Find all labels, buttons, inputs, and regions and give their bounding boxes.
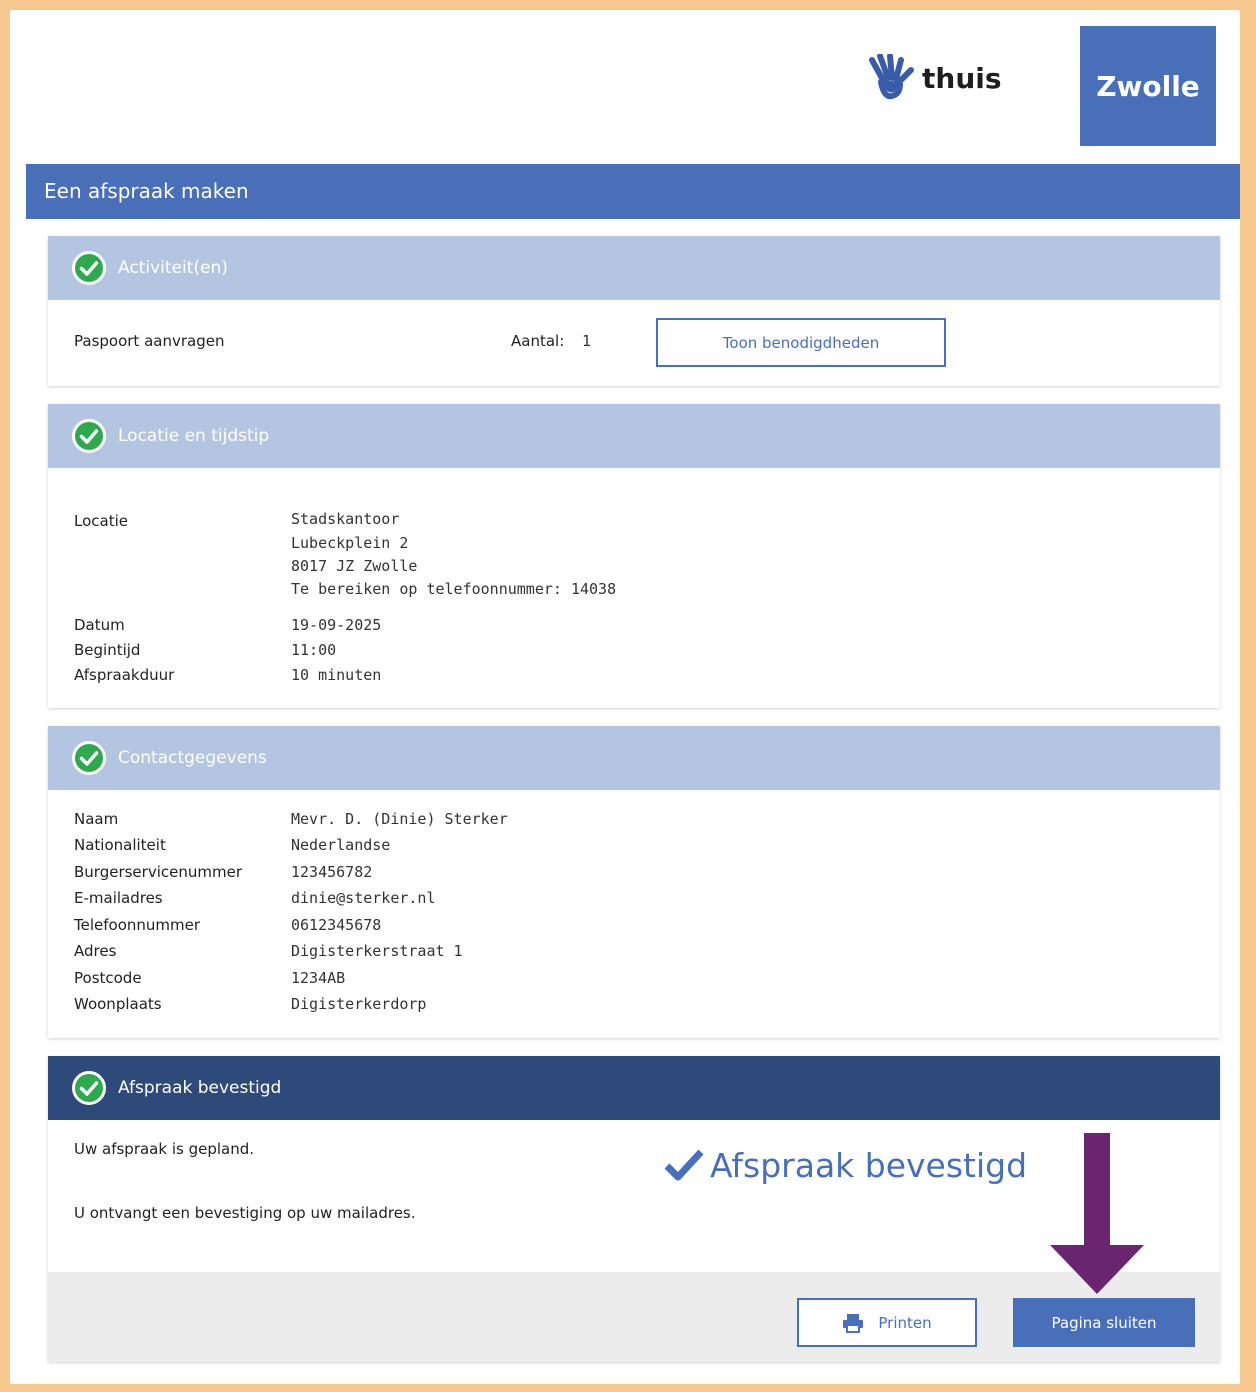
location-line: 8017 JZ Zwolle xyxy=(291,557,418,575)
contact-value: Mevr. D. (Dinie) Sterker xyxy=(291,810,508,828)
down-arrow-icon xyxy=(1050,1133,1144,1294)
contact-label: E-mailadres xyxy=(74,889,163,907)
city-badge: Zwolle xyxy=(1080,26,1216,146)
contact-label: Woonplaats xyxy=(74,995,162,1013)
print-button-label: Printen xyxy=(878,1313,932,1332)
print-button[interactable]: Printen xyxy=(797,1298,977,1347)
start-time-value: 11:00 xyxy=(291,641,337,659)
printer-icon xyxy=(843,1313,864,1333)
show-requirements-button[interactable]: Toon benodigdheden xyxy=(656,318,946,367)
confirmation-line: U ontvangt een bevestiging op uw mailadr… xyxy=(74,1204,416,1222)
contact-value: 1234AB xyxy=(291,969,346,987)
confirmed-status: Afspraak bevestigd xyxy=(664,1146,1027,1185)
date-label: Datum xyxy=(74,616,125,634)
close-page-button[interactable]: Pagina sluiten xyxy=(1013,1298,1195,1347)
contact-label: Postcode xyxy=(74,969,142,987)
contact-value: 123456782 xyxy=(291,863,373,881)
contact-header-label: Contactgegevens xyxy=(118,748,267,768)
contact-label: Adres xyxy=(74,942,117,960)
location-label: Locatie xyxy=(74,512,128,530)
page-title: Een afspraak maken xyxy=(26,164,1240,219)
confirmation-header-label: Afspraak bevestigd xyxy=(118,1078,282,1098)
confirmation-line: Uw afspraak is gepland. xyxy=(74,1140,255,1158)
activities-header-label: Activiteit(en) xyxy=(118,258,228,278)
activities-header: Activiteit(en) xyxy=(48,236,1220,300)
check-circle-icon xyxy=(72,419,106,453)
check-circle-icon xyxy=(72,1071,106,1105)
location-line: Lubeckplein 2 xyxy=(291,534,409,552)
duration-value: 10 minuten xyxy=(291,666,382,684)
brand-name: thuis xyxy=(922,61,1002,95)
contact-label: Nationaliteit xyxy=(74,836,166,854)
location-header: Locatie en tijdstip xyxy=(48,404,1220,468)
brand-logo[interactable]: thuis xyxy=(866,54,1002,100)
location-header-label: Locatie en tijdstip xyxy=(118,426,270,446)
start-time-label: Begintijd xyxy=(74,641,141,659)
count-value: 1 xyxy=(582,332,592,350)
activity-name: Paspoort aanvragen xyxy=(74,332,225,350)
confirmed-status-text: Afspraak bevestigd xyxy=(710,1146,1028,1185)
contact-value: dinie@sterker.nl xyxy=(291,889,436,907)
location-line: Stadskantoor xyxy=(291,510,400,528)
location-line: Te bereiken op telefoonnummer: 14038 xyxy=(291,580,617,598)
contact-value: Digisterkerdorp xyxy=(291,995,427,1013)
contact-header: Contactgegevens xyxy=(48,726,1220,790)
checkmark-icon xyxy=(664,1149,704,1180)
contact-value: Digisterkerstraat 1 xyxy=(291,942,463,960)
contact-label: Telefoonnummer xyxy=(74,916,201,934)
check-circle-icon xyxy=(72,251,106,285)
count-label: Aantal: xyxy=(511,332,565,350)
date-value: 19-09-2025 xyxy=(291,616,382,634)
hand-logo-icon xyxy=(869,54,914,100)
contact-label: Naam xyxy=(74,810,119,828)
activities-card: Activiteit(en) Paspoort aanvragen Aantal… xyxy=(48,236,1220,386)
location-card: Locatie en tijdstip Locatie Stadskantoor… xyxy=(48,404,1220,708)
contact-label: Burgerservicenummer xyxy=(74,863,242,881)
contact-value: Nederlandse xyxy=(291,836,391,854)
contact-card: Contactgegevens Naam Mevr. D. (Dinie) St… xyxy=(48,726,1220,1038)
contact-value: 0612345678 xyxy=(291,916,382,934)
confirmation-header: Afspraak bevestigd xyxy=(48,1056,1220,1120)
check-circle-icon xyxy=(72,741,106,775)
duration-label: Afspraakduur xyxy=(74,666,175,684)
